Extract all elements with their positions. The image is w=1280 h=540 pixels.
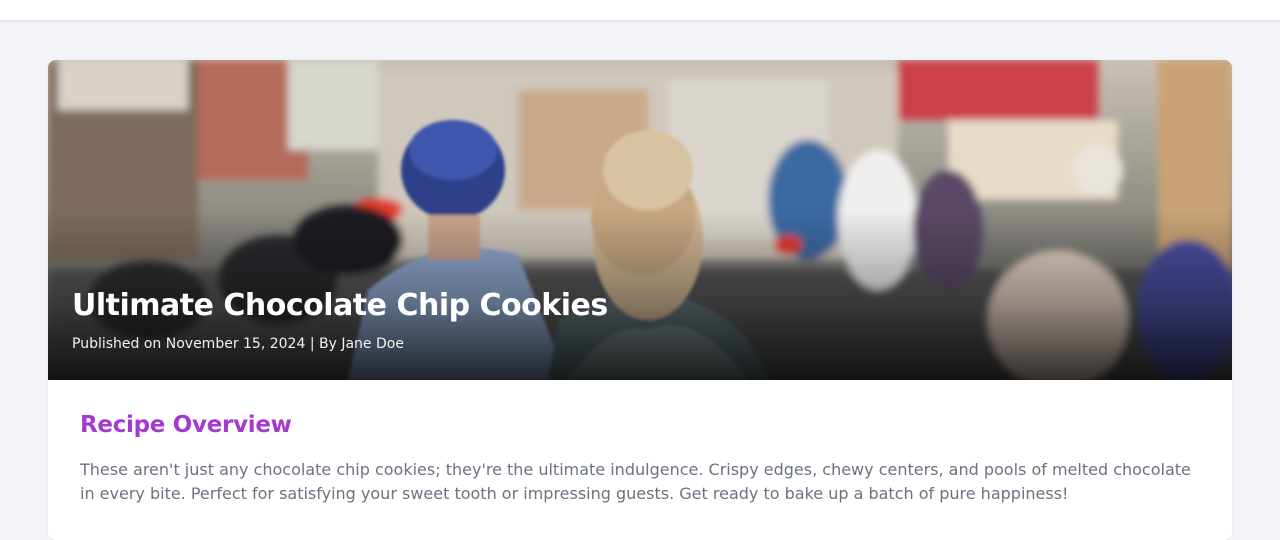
recipe-title: Ultimate Chocolate Chip Cookies bbox=[72, 288, 608, 323]
recipe-overview-heading: Recipe Overview bbox=[80, 412, 292, 438]
publish-meta: Published on November 15, 2024 | By Jane… bbox=[72, 336, 404, 352]
recipe-card: Ultimate Chocolate Chip Cookies Publishe… bbox=[48, 60, 1232, 540]
recipe-overview-text: These aren't just any chocolate chip coo… bbox=[80, 460, 1191, 503]
hero-banner: Ultimate Chocolate Chip Cookies Publishe… bbox=[48, 60, 1232, 380]
top-navigation-bar bbox=[0, 0, 1280, 20]
